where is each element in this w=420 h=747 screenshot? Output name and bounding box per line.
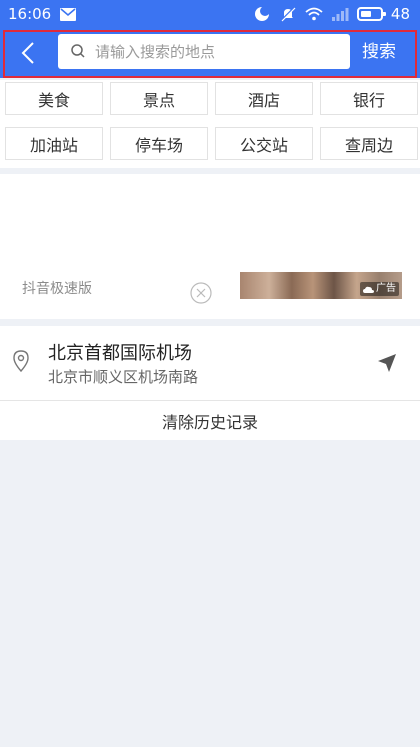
mute-bell-icon xyxy=(279,5,297,23)
close-circle-icon xyxy=(190,282,212,304)
ad-close-button[interactable] xyxy=(190,282,212,304)
category-bank[interactable]: 银行 xyxy=(320,82,418,115)
status-time: 16:06 xyxy=(8,5,52,23)
back-button[interactable] xyxy=(16,38,40,68)
category-hotel[interactable]: 酒店 xyxy=(215,82,313,115)
navigate-arrow-icon[interactable] xyxy=(376,352,398,374)
category-attractions[interactable]: 景点 xyxy=(110,82,208,115)
category-parking[interactable]: 停车场 xyxy=(110,127,208,160)
clear-history-button[interactable]: 清除历史记录 xyxy=(0,401,420,440)
chevron-left-icon xyxy=(21,42,34,64)
category-food[interactable]: 美食 xyxy=(5,82,103,115)
search-box[interactable] xyxy=(58,34,350,69)
moon-icon xyxy=(253,5,271,23)
battery-level: 48 xyxy=(390,5,410,23)
search-input[interactable] xyxy=(95,42,335,61)
search-button[interactable]: 搜索 xyxy=(362,38,396,66)
location-pin-icon xyxy=(12,350,30,373)
ad-badge-label: 广告 xyxy=(376,283,396,294)
signal-icon xyxy=(331,5,349,23)
ad-image[interactable]: 广告 xyxy=(240,272,402,299)
cloud-icon xyxy=(363,286,374,293)
ad-app-name: 抖音极速版 xyxy=(22,281,92,297)
history-place-name: 北京首都国际机场 xyxy=(48,343,192,364)
search-icon xyxy=(70,43,88,61)
category-gas-station[interactable]: 加油站 xyxy=(5,127,103,160)
wifi-icon xyxy=(305,5,323,23)
ad-badge: 广告 xyxy=(360,282,399,296)
status-bar: 16:06 48 xyxy=(0,0,420,28)
history-place-address: 北京市顺义区机场南路 xyxy=(48,368,199,386)
battery-icon xyxy=(356,7,386,21)
category-nearby[interactable]: 查周边 xyxy=(320,127,418,160)
mail-icon xyxy=(59,5,77,23)
category-bus-stop[interactable]: 公交站 xyxy=(215,127,313,160)
